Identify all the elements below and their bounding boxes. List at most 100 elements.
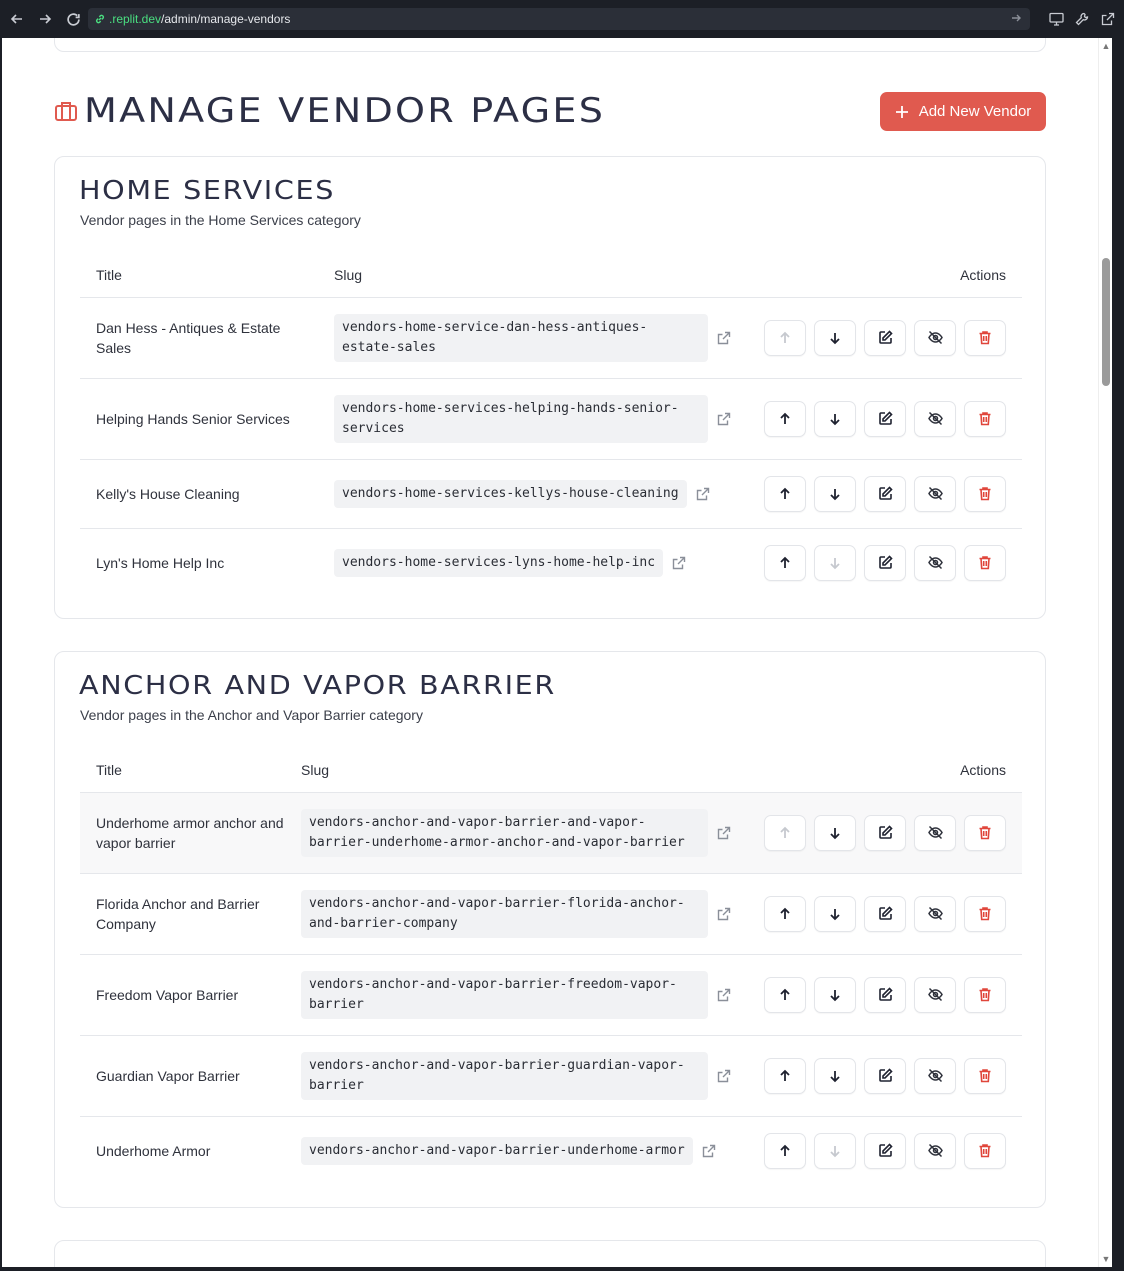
delete-button[interactable] [964, 400, 1006, 437]
move-down-button[interactable] [814, 814, 856, 851]
external-link-icon[interactable] [717, 826, 731, 840]
vendor-row: Underhome armor anchor and vapor barrier… [80, 792, 1022, 874]
arrow-down-icon [828, 1069, 842, 1083]
hide-button[interactable] [914, 1057, 956, 1094]
vendor-table: Title Slug Actions Underhome armor ancho… [80, 748, 1022, 1185]
move-up-button[interactable] [764, 475, 806, 512]
scroll-up-icon[interactable]: ▲ [1101, 41, 1111, 51]
eye-off-icon [927, 825, 944, 840]
delete-button[interactable] [964, 895, 1006, 932]
delete-button[interactable] [964, 475, 1006, 512]
edit-button[interactable] [864, 544, 906, 581]
arrow-down-icon [828, 487, 842, 501]
edit-icon [878, 330, 893, 345]
vendor-slug: vendors-anchor-and-vapor-barrier-florida… [301, 889, 708, 938]
move-down-button[interactable] [814, 1057, 856, 1094]
external-link-icon[interactable] [717, 1069, 731, 1083]
move-up-button[interactable] [764, 1132, 806, 1169]
vendor-slug: vendors-anchor-and-vapor-barrier-guardia… [301, 1051, 708, 1100]
delete-button[interactable] [964, 1132, 1006, 1169]
edit-button[interactable] [864, 1057, 906, 1094]
external-link-icon[interactable] [672, 556, 686, 570]
vendor-row: Dan Hess - Antiques & Estate Sales vendo… [80, 297, 1022, 379]
arrow-up-icon [778, 826, 792, 840]
hide-button[interactable] [914, 814, 956, 851]
move-down-button[interactable] [814, 895, 856, 932]
edit-button[interactable] [864, 895, 906, 932]
move-up-button[interactable] [764, 1057, 806, 1094]
hide-button[interactable] [914, 544, 956, 581]
hide-button[interactable] [914, 400, 956, 437]
edit-button[interactable] [864, 976, 906, 1013]
vendor-title: Helping Hands Senior Services [96, 410, 290, 427]
vendor-row: Helping Hands Senior Services vendors-ho… [80, 378, 1022, 460]
external-link-icon[interactable] [717, 331, 731, 345]
scroll-down-icon[interactable]: ▼ [1101, 1254, 1111, 1264]
move-down-button[interactable] [814, 400, 856, 437]
edit-icon [878, 1068, 893, 1083]
move-up-button[interactable] [764, 895, 806, 932]
move-up-button[interactable] [764, 976, 806, 1013]
external-link-icon[interactable] [717, 907, 731, 921]
scrollbar-thumb[interactable] [1102, 258, 1110, 386]
column-header-title: Title [80, 253, 318, 298]
delete-button[interactable] [964, 814, 1006, 851]
reload-icon[interactable] [62, 8, 84, 30]
column-header-actions: Actions [748, 748, 1022, 793]
vendor-row: Freedom Vapor Barrier vendors-anchor-and… [80, 954, 1022, 1036]
trash-icon [978, 1068, 992, 1083]
open-new-window-icon[interactable] [1098, 8, 1118, 30]
move-up-button[interactable] [764, 544, 806, 581]
delete-button[interactable] [964, 544, 1006, 581]
edit-icon [878, 1143, 893, 1158]
hide-button[interactable] [914, 475, 956, 512]
edit-icon [878, 486, 893, 501]
move-down-button[interactable] [814, 544, 856, 581]
add-new-vendor-button[interactable]: Add New Vendor [880, 92, 1046, 131]
scrollbar[interactable]: ▲ ▼ [1098, 38, 1112, 1267]
delete-button[interactable] [964, 319, 1006, 356]
arrow-down-icon [828, 412, 842, 426]
vendor-slug: vendors-home-services-helping-hands-seni… [334, 394, 708, 443]
hide-button[interactable] [914, 1132, 956, 1169]
move-down-button[interactable] [814, 1132, 856, 1169]
hide-button[interactable] [914, 319, 956, 356]
hide-button[interactable] [914, 895, 956, 932]
delete-button[interactable] [964, 976, 1006, 1013]
wrench-icon[interactable] [1072, 8, 1092, 30]
edit-button[interactable] [864, 400, 906, 437]
external-link-icon[interactable] [696, 487, 710, 501]
eye-off-icon [927, 486, 944, 501]
forward-icon[interactable] [34, 8, 56, 30]
vendor-row: Lyn's Home Help Inc vendors-home-service… [80, 528, 1022, 597]
trash-icon [978, 486, 992, 501]
briefcase-icon [54, 100, 78, 122]
vendor-title: Underhome Armor [96, 1142, 211, 1159]
edit-button[interactable] [864, 1132, 906, 1169]
address-bar[interactable]: .replit.dev /admin/manage-vendors [88, 8, 1030, 30]
vendor-title: Freedom Vapor Barrier [96, 986, 239, 1003]
hide-button[interactable] [914, 976, 956, 1013]
edit-button[interactable] [864, 814, 906, 851]
move-up-button[interactable] [764, 400, 806, 437]
devices-icon[interactable] [1046, 8, 1066, 30]
external-link-icon[interactable] [717, 988, 731, 1002]
move-down-button[interactable] [814, 976, 856, 1013]
vendor-row: Kelly's House Cleaning vendors-home-serv… [80, 459, 1022, 529]
move-down-button[interactable] [814, 319, 856, 356]
external-link-icon[interactable] [717, 412, 731, 426]
link-icon [94, 13, 106, 25]
edit-button[interactable] [864, 319, 906, 356]
arrow-down-icon [828, 556, 842, 570]
go-arrow-icon[interactable] [1010, 12, 1022, 24]
back-icon[interactable] [6, 8, 28, 30]
arrow-down-icon [828, 907, 842, 921]
move-up-button[interactable] [764, 319, 806, 356]
move-up-button[interactable] [764, 814, 806, 851]
edit-button[interactable] [864, 475, 906, 512]
delete-button[interactable] [964, 1057, 1006, 1094]
external-link-icon[interactable] [702, 1144, 716, 1158]
move-down-button[interactable] [814, 475, 856, 512]
edit-icon [878, 555, 893, 570]
url-path: /admin/manage-vendors [161, 12, 291, 26]
